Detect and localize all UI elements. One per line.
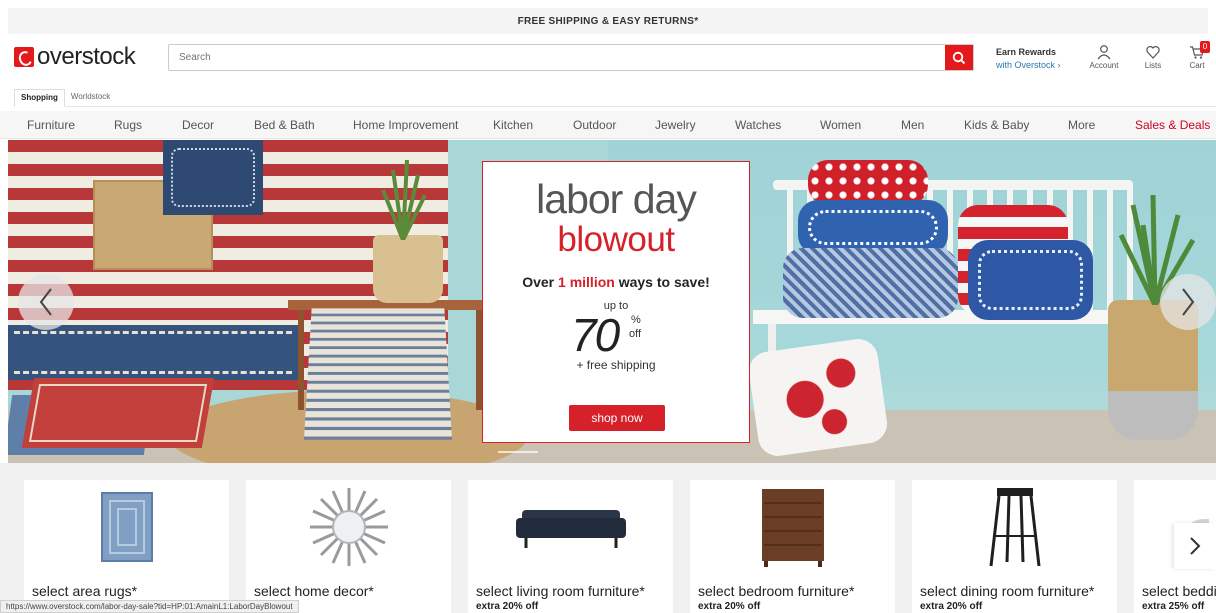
nav-more[interactable]: More bbox=[1068, 118, 1095, 132]
ways-highlight: 1 million bbox=[558, 274, 615, 290]
tab-shopping[interactable]: Shopping bbox=[14, 89, 65, 107]
striped-runner-image bbox=[303, 308, 453, 440]
tile-title: select home decor* bbox=[254, 583, 374, 599]
tile-title: select living room furniture* bbox=[476, 583, 645, 599]
nav-rugs[interactable]: Rugs bbox=[114, 118, 142, 132]
tile-subtitle: extra 20% off bbox=[476, 601, 539, 612]
lists-button[interactable]: Lists bbox=[1136, 44, 1170, 70]
tile-image bbox=[912, 486, 1117, 568]
plant-icon bbox=[381, 160, 427, 240]
blue-coral-pillow-image bbox=[798, 200, 948, 255]
coral-pillow-image bbox=[746, 336, 890, 459]
account-icon bbox=[1097, 45, 1111, 60]
logo-mark-icon bbox=[14, 47, 34, 67]
shop-now-button[interactable]: shop now bbox=[569, 405, 665, 431]
nav-bed-bath[interactable]: Bed & Bath bbox=[254, 118, 315, 132]
carousel-prev-button[interactable] bbox=[18, 274, 74, 330]
nav-furniture[interactable]: Furniture bbox=[27, 118, 75, 132]
search-icon bbox=[952, 51, 966, 64]
sofa-icon bbox=[515, 510, 626, 548]
category-nav: Furniture Rugs Decor Bed & Bath Home Imp… bbox=[0, 111, 1216, 139]
cart-button[interactable]: Cart 0 bbox=[1180, 41, 1214, 70]
promo-off-text: off bbox=[629, 328, 642, 340]
rug-icon bbox=[100, 492, 153, 562]
red-dot-pillow-image bbox=[808, 160, 928, 205]
tile-image bbox=[24, 486, 229, 568]
red-rug-image bbox=[21, 378, 215, 448]
carousel-next-button[interactable] bbox=[1160, 274, 1216, 330]
chevron-right-icon bbox=[1190, 537, 1201, 555]
nav-decor[interactable]: Decor bbox=[182, 118, 214, 132]
tile-subtitle: extra 20% off bbox=[920, 601, 983, 612]
logo-text: overstock bbox=[37, 43, 136, 70]
header: overstock Earn Rewards with Overstock › … bbox=[0, 38, 1216, 82]
carousel-indicator[interactable] bbox=[498, 451, 538, 453]
blue-rug-image bbox=[163, 140, 263, 215]
promo-subheadline: blowout bbox=[557, 220, 675, 259]
tile-title: select dining room furniture* bbox=[920, 583, 1095, 599]
chevron-right-icon bbox=[1182, 288, 1195, 316]
overstock-logo[interactable]: overstock bbox=[14, 43, 136, 71]
nav-outdoor[interactable]: Outdoor bbox=[573, 118, 616, 132]
page: FREE SHIPPING & EASY RETURNS* overstock … bbox=[0, 0, 1216, 613]
search-bar bbox=[168, 44, 974, 71]
lists-label: Lists bbox=[1144, 61, 1162, 70]
nav-men[interactable]: Men bbox=[901, 118, 924, 132]
mirror-icon bbox=[309, 488, 388, 566]
tile-image bbox=[246, 486, 451, 568]
rewards-line2: with Overstock › bbox=[996, 60, 1061, 70]
nav-kids-baby[interactable]: Kids & Baby bbox=[964, 118, 1029, 132]
promo-text[interactable]: FREE SHIPPING & EASY RETURNS* bbox=[518, 16, 699, 27]
promo-bar[interactable]: FREE SHIPPING & EASY RETURNS* bbox=[8, 8, 1208, 34]
account-label: Account bbox=[1089, 61, 1119, 70]
tile-image bbox=[468, 486, 673, 568]
promo-free-shipping: + free shipping bbox=[576, 358, 656, 372]
stool-icon bbox=[989, 488, 1040, 567]
promo-headline: labor day bbox=[536, 176, 697, 222]
search-input[interactable] bbox=[169, 45, 945, 70]
promo-percent-sign: % bbox=[631, 314, 641, 326]
blue-lattice-pillow-image bbox=[783, 248, 958, 318]
tile-subtitle: extra 20% off bbox=[698, 601, 761, 612]
labor-day-promo-card[interactable]: labor day blowout Over 1 million ways to… bbox=[482, 161, 750, 443]
promo-ways-text: Over 1 million ways to save! bbox=[483, 274, 749, 290]
tab-worldstock[interactable]: Worldstock bbox=[65, 89, 116, 106]
nav-jewelry[interactable]: Jewelry bbox=[655, 118, 696, 132]
tiles-next-button[interactable] bbox=[1174, 523, 1216, 569]
tile-title: select bedroom furniture* bbox=[698, 583, 855, 599]
rug-stack-image bbox=[8, 325, 298, 380]
promo-percent-number: 70 bbox=[571, 309, 620, 361]
ways-suffix: ways to save! bbox=[614, 274, 710, 290]
chevron-left-icon bbox=[39, 288, 52, 316]
browser-status-url: https://www.overstock.com/labor-day-sale… bbox=[0, 600, 299, 613]
site-tabs: Shopping Worldstock bbox=[14, 89, 1216, 107]
nav-kitchen[interactable]: Kitchen bbox=[493, 118, 533, 132]
nav-home-improvement[interactable]: Home Improvement bbox=[353, 118, 458, 132]
search-button[interactable] bbox=[945, 45, 973, 70]
ways-prefix: Over bbox=[522, 274, 559, 290]
basket-image bbox=[373, 235, 443, 303]
nav-sales-deals[interactable]: Sales & Deals bbox=[1135, 118, 1210, 132]
navy-pillow-image bbox=[968, 240, 1093, 320]
nav-watches[interactable]: Watches bbox=[735, 118, 781, 132]
tile-subtitle: extra 25% off bbox=[1142, 601, 1205, 612]
nav-women[interactable]: Women bbox=[820, 118, 861, 132]
dresser-icon bbox=[761, 489, 824, 567]
rewards-line1: Earn Rewards bbox=[996, 47, 1057, 57]
tile-title: select area rugs* bbox=[32, 583, 138, 599]
tile-bedroom[interactable]: select bedroom furniture* extra 20% off bbox=[690, 480, 895, 613]
heart-icon bbox=[1146, 46, 1160, 59]
tile-title: select beddi bbox=[1142, 583, 1216, 599]
tile-home-decor[interactable]: select home decor* bbox=[246, 480, 451, 613]
bench-leg bbox=[298, 310, 304, 410]
tile-dining-room[interactable]: select dining room furniture* extra 20% … bbox=[912, 480, 1117, 613]
cart-count-badge: 0 bbox=[1200, 41, 1210, 53]
cart-label: Cart bbox=[1189, 61, 1205, 70]
account-button[interactable]: Account bbox=[1087, 44, 1121, 70]
tile-area-rugs[interactable]: select area rugs* bbox=[24, 480, 229, 613]
tile-living-room[interactable]: select living room furniture* extra 20% … bbox=[468, 480, 673, 613]
tile-image bbox=[690, 486, 895, 568]
promo-percent: 70 % off bbox=[483, 308, 749, 361]
earn-rewards-link[interactable]: Earn Rewards with Overstock › bbox=[996, 46, 1061, 72]
